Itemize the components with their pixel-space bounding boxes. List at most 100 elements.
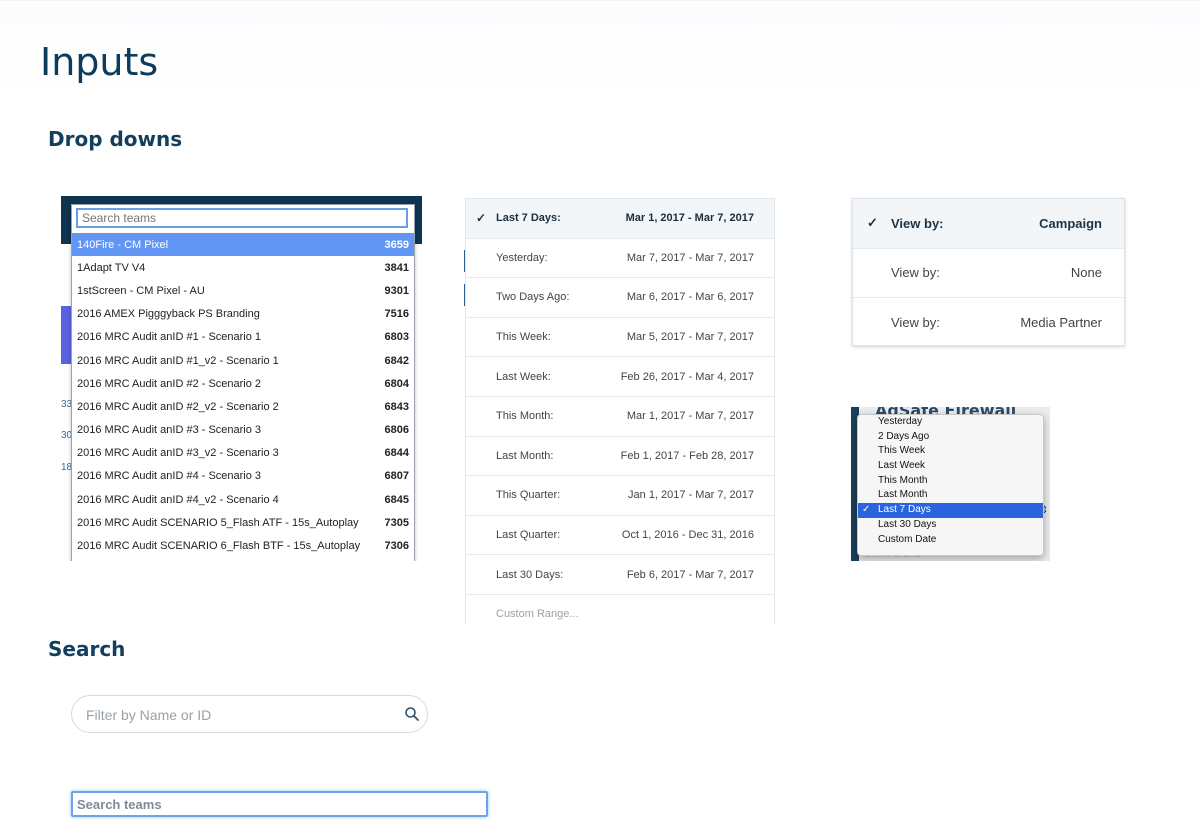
native-select-option[interactable]: This Week — [858, 444, 1043, 459]
team-list-item[interactable]: 1Adapt TV V4 3841 — [72, 256, 414, 279]
page-title: Inputs — [40, 40, 159, 84]
team-list-item[interactable]: 2016 AMEX Pigggyback PS Branding 7516 — [72, 303, 414, 326]
view-by-option[interactable]: View by: None — [853, 249, 1124, 299]
date-range-option[interactable]: Custom Range... — [466, 595, 774, 625]
native-option-label: Last Month — [878, 489, 928, 501]
date-option-range: Feb 26, 2017 - Mar 4, 2017 — [620, 370, 754, 383]
native-select-option[interactable]: Custom Date — [858, 533, 1043, 548]
team-id: 6806 — [384, 424, 409, 437]
team-name: 2016 MRC Audit anID #1_v2 - Scenario 1 — [77, 354, 279, 367]
check-icon: ✓ — [862, 504, 871, 516]
date-range-option[interactable]: ✓ Last 7 Days: Mar 1, 2017 - Mar 7, 2017 — [466, 199, 774, 239]
native-select-option[interactable]: Last Week — [858, 459, 1043, 474]
team-id: 7306 — [384, 540, 409, 553]
date-range-dropdown: ✓ Last 7 Days: Mar 1, 2017 - Mar 7, 2017 Ye… — [465, 198, 775, 625]
date-range-option[interactable]: Last 30 Days: Feb 6, 2017 - Mar 7, 2017 — [466, 555, 774, 595]
date-range-option[interactable]: This Quarter: Jan 1, 2017 - Mar 7, 2017 — [466, 476, 774, 516]
team-search-box[interactable] — [71, 791, 488, 817]
team-name: 2016 AMEX Pigggyback PS Branding — [77, 308, 260, 321]
date-option-label: Last Month: — [496, 449, 554, 462]
view-option-label: View by: — [891, 265, 940, 281]
date-option-label: Last 7 Days: — [496, 212, 561, 225]
team-name: 2016 MRC Audit SCENARIO 5_Flash ATF - 15… — [77, 516, 359, 529]
team-id: 6803 — [384, 331, 409, 344]
native-select-menu: Yesterday 2 Days Ago This Week Last Week Thi… — [857, 414, 1044, 556]
native-option-label: This Month — [878, 474, 928, 486]
team-name: 2016 MRC Audit anID #4 - Scenario 3 — [77, 470, 262, 483]
team-name: 2016 MRC Audit SCENARIO 6_Flash BTF - 15… — [77, 540, 361, 553]
team-list-item[interactable]: 2016 MRC Audit anID #1 - Scenario 1 6803 — [72, 326, 414, 349]
view-option-label: View by: — [891, 314, 940, 330]
native-select-option[interactable]: ✓ Last 7 Days — [858, 503, 1043, 518]
search-icon[interactable] — [404, 706, 420, 722]
team-id: 7305 — [384, 516, 409, 529]
date-option-range: Mar 5, 2017 - Mar 7, 2017 — [626, 331, 754, 344]
team-list-item[interactable]: 2016 MRC Audit anID #4 - Scenario 3 6807 — [72, 465, 414, 488]
date-option-label: Last 30 Days: — [496, 568, 564, 581]
team-list: 140Fire - CM Pixel 3659 1Adapt TV V4 3841 1s… — [72, 233, 414, 558]
team-list-item[interactable]: 2016 MRC Audit SCENARIO 5_Flash ATF - 15… — [72, 511, 414, 534]
view-by-dropdown: ✓ View by: Campaign View by: None View by: Med… — [852, 198, 1125, 346]
date-option-label: Last Week: — [496, 370, 551, 383]
view-option-value: Media Partner — [1020, 314, 1102, 330]
date-option-label: Custom Range... — [496, 608, 579, 621]
native-select-option[interactable]: Yesterday — [858, 415, 1043, 430]
team-list-item[interactable]: 2016 MRC Audit SCENARIO 6_Flash BTF - 15… — [72, 534, 414, 557]
team-list-item[interactable]: 2016 MRC Audit anID #2 - Scenario 2 6804 — [72, 372, 414, 395]
team-list-item[interactable]: 140Fire - CM Pixel 3659 — [72, 233, 414, 257]
date-option-label: This Month: — [496, 410, 554, 423]
native-select-screenshot: AdSafe Firewall DATA FILTERS ⇕ Yesterday… — [851, 407, 1050, 561]
date-option-range: Mar 1, 2017 - Mar 7, 2017 — [626, 410, 754, 423]
view-by-option[interactable]: View by: Media Partner — [853, 298, 1124, 347]
filter-search-field — [71, 695, 428, 733]
team-dropdown-screenshot: 33 30 18 140Fire - CM Pixel36591Adapt TV… — [61, 196, 422, 561]
native-select-option[interactable]: 2 Days Ago — [858, 430, 1043, 445]
date-option-range: Mar 1, 2017 - Mar 7, 2017 — [625, 212, 754, 225]
team-list-item[interactable]: 2016 MRC Audit anID #2_v2 - Scenario 2 68… — [72, 395, 414, 418]
team-name: 2016 MRC Audit anID #3 - Scenario 3 — [77, 424, 262, 437]
team-id: 6807 — [384, 470, 409, 483]
native-option-label: Last Week — [878, 460, 926, 472]
date-range-option[interactable]: Last Week: Feb 26, 2017 - Mar 4, 2017 — [466, 357, 774, 397]
date-option-range: Mar 7, 2017 - Mar 7, 2017 — [626, 251, 754, 264]
date-option-label: This Week: — [496, 331, 551, 344]
view-option-value: Campaign — [1039, 215, 1102, 231]
native-select-option[interactable]: Last 30 Days — [858, 518, 1043, 533]
team-list-item[interactable]: 1stScreen - CM Pixel - AU 9301 — [72, 279, 414, 302]
date-option-label: Two Days Ago: — [496, 291, 570, 304]
date-range-option[interactable]: This Month: Mar 1, 2017 - Mar 7, 2017 — [466, 397, 774, 437]
team-name: 2016 MRC Audit anID #2 - Scenario 2 — [77, 377, 262, 390]
native-option-label: Last 7 Days — [878, 504, 931, 516]
date-range-option[interactable]: Last Month: Feb 1, 2017 - Feb 28, 2017 — [466, 437, 774, 477]
filter-search-input[interactable] — [84, 704, 388, 726]
native-option-label: Custom Date — [878, 533, 937, 545]
native-option-label: Yesterday — [878, 416, 923, 427]
background-accent — [61, 306, 71, 364]
native-select-option[interactable]: Last Month — [858, 488, 1043, 503]
date-option-range: Oct 1, 2016 - Dec 31, 2016 — [621, 529, 754, 542]
team-id: 6843 — [384, 400, 409, 413]
team-list-item[interactable]: 2016 MRC Audit anID #3 - Scenario 3 6806 — [72, 419, 414, 442]
section-title-search: Search — [48, 637, 126, 661]
team-search-input[interactable] — [76, 208, 408, 228]
date-range-option[interactable]: Yesterday: Mar 7, 2017 - Mar 7, 2017 — [466, 239, 774, 279]
view-by-option[interactable]: ✓ View by: Campaign — [853, 199, 1124, 249]
team-name: 2016 MRC Audit anID #3_v2 - Scenario 3 — [77, 447, 279, 460]
native-option-label: This Week — [878, 445, 926, 457]
team-list-item[interactable]: 2016 MRC Audit anID #3_v2 - Scenario 3 68… — [72, 442, 414, 465]
date-range-option[interactable]: Last Quarter: Oct 1, 2016 - Dec 31, 2016 — [466, 516, 774, 556]
date-option-label: Last Quarter: — [496, 529, 561, 542]
team-id: 6844 — [384, 447, 409, 460]
date-option-range: Mar 6, 2017 - Mar 6, 2017 — [626, 291, 754, 304]
team-list-item[interactable]: 2016 MRC Audit anID #4_v2 - Scenario 4 68… — [72, 488, 414, 511]
section-title-dropdowns: Drop downs — [48, 127, 183, 151]
team-name: 140Fire - CM Pixel — [77, 238, 169, 251]
date-range-option[interactable]: Two Days Ago: Mar 6, 2017 - Mar 6, 2017 — [466, 278, 774, 318]
team-dropdown: 140Fire - CM Pixel 3659 1Adapt TV V4 3841 1s… — [71, 204, 415, 561]
date-range-option[interactable]: This Week: Mar 5, 2017 - Mar 7, 2017 — [466, 318, 774, 358]
check-icon: ✓ — [867, 215, 878, 231]
team-list-item[interactable]: 2016 MRC Audit anID #1_v2 - Scenario 1 68… — [72, 349, 414, 372]
team-id: 9301 — [384, 284, 409, 297]
date-option-label: Yesterday: — [496, 251, 548, 264]
native-select-option[interactable]: This Month — [858, 474, 1043, 489]
